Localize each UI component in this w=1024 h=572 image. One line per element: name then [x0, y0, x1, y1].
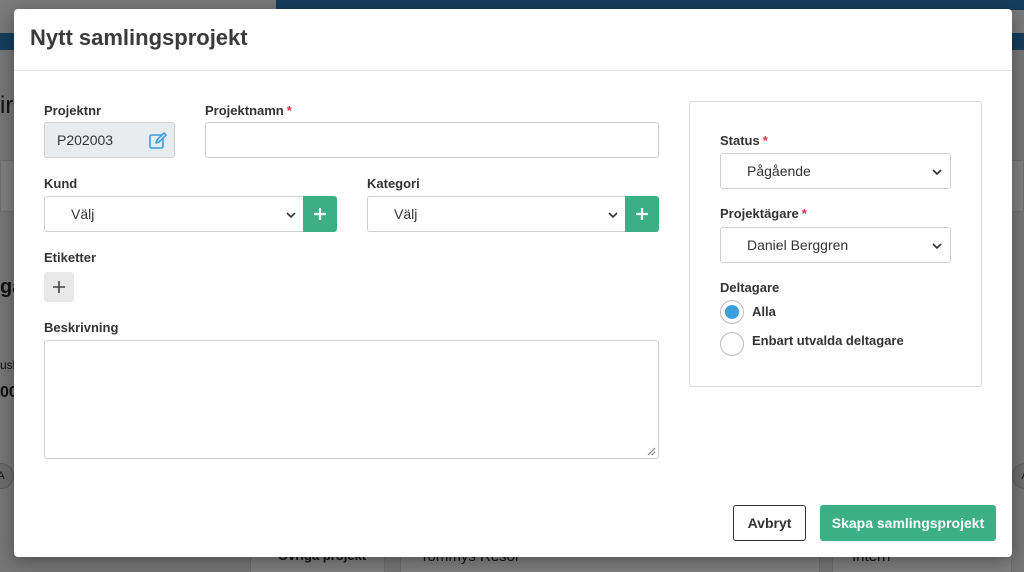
plus-icon	[636, 208, 648, 220]
participants-all-radio[interactable]	[720, 300, 744, 324]
status-label-text: Status	[720, 133, 760, 148]
project-number-field: P202003	[44, 122, 175, 158]
create-collection-project-button[interactable]: Skapa samlingsprojekt	[820, 505, 996, 541]
owner-select[interactable]: Daniel Berggren	[720, 227, 951, 263]
status-selected: Pågående	[747, 163, 811, 179]
status-select[interactable]: Pågående	[720, 153, 951, 189]
status-label: Status *	[720, 133, 768, 148]
customer-select[interactable]: Välj	[44, 196, 304, 232]
description-label: Beskrivning	[44, 320, 119, 335]
modal-title: Nytt samlingsprojekt	[30, 25, 248, 50]
plus-icon	[53, 281, 65, 293]
category-label: Kategori	[367, 176, 420, 191]
category-selected: Välj	[394, 206, 418, 222]
participants-label: Deltagare	[720, 280, 780, 295]
chevron-down-icon	[932, 243, 942, 250]
required-marker: *	[762, 133, 768, 148]
owner-selected: Daniel Berggren	[747, 237, 849, 253]
cancel-button[interactable]: Avbryt	[733, 505, 806, 541]
settings-panel: Status * Pågående Projektägare * Daniel Be…	[689, 101, 982, 387]
customer-label: Kund	[44, 176, 78, 191]
add-tag-button[interactable]	[44, 272, 74, 302]
project-number-value: P202003	[57, 132, 114, 148]
project-name-label-text: Projektnamn	[205, 103, 284, 118]
customer-selected: Välj	[71, 206, 95, 222]
category-select[interactable]: Välj	[367, 196, 626, 232]
participants-selected-only-label[interactable]: Enbart utvalda deltagare	[752, 333, 904, 348]
owner-label-text: Projektägare	[720, 206, 799, 221]
participants-selected-only-radio[interactable]	[720, 332, 744, 356]
radio-selected-dot	[725, 305, 739, 319]
modal-header: Nytt samlingsprojekt	[14, 9, 1012, 71]
required-marker: *	[801, 206, 807, 221]
add-customer-button[interactable]	[303, 196, 337, 232]
required-marker: *	[286, 103, 292, 118]
new-collection-project-dialog: Nytt samlingsprojekt Projektnr P202003 P…	[14, 9, 1012, 557]
project-name-input[interactable]	[205, 122, 659, 158]
chevron-down-icon	[932, 169, 942, 176]
project-name-label: Projektnamn *	[205, 103, 292, 118]
description-textarea[interactable]	[44, 340, 659, 459]
add-category-button[interactable]	[625, 196, 659, 232]
plus-icon	[314, 208, 326, 220]
resize-handle-icon[interactable]	[647, 447, 656, 456]
participants-all-label[interactable]: Alla	[752, 304, 776, 319]
edit-icon[interactable]	[148, 131, 168, 151]
owner-label: Projektägare *	[720, 206, 807, 221]
chevron-down-icon	[286, 212, 296, 219]
tags-label: Etiketter	[44, 250, 97, 265]
chevron-down-icon	[608, 212, 618, 219]
project-number-label: Projektnr	[44, 103, 102, 118]
